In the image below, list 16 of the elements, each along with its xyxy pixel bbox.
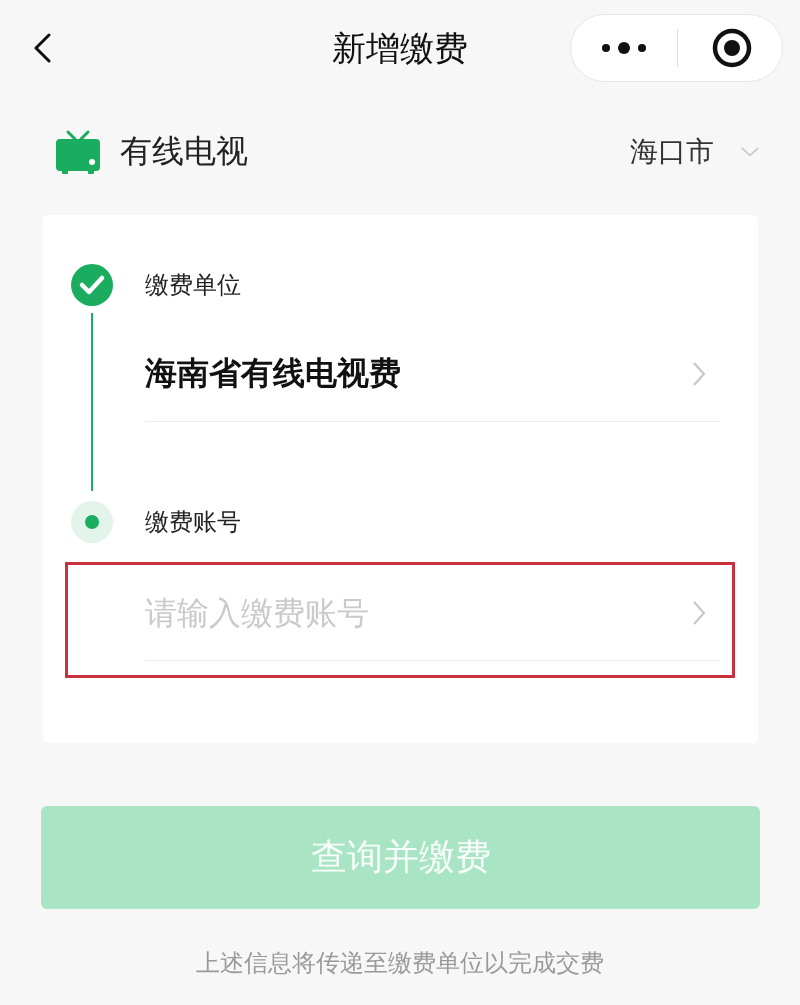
- chevron-right-icon: [692, 360, 706, 387]
- dot-icon: [71, 501, 113, 543]
- city-dropdown[interactable]: 海口市: [630, 133, 760, 171]
- service-name: 有线电视: [120, 131, 248, 172]
- target-icon[interactable]: [712, 28, 752, 68]
- check-circle-icon: [71, 264, 113, 306]
- chevron-right-icon: [692, 600, 706, 626]
- notice-text: 上述信息将传递至缴费单位以完成交费: [195, 948, 605, 979]
- page-title: 新增缴费: [332, 28, 468, 68]
- back-icon[interactable]: [33, 33, 51, 63]
- step-label: 缴费单位: [145, 270, 241, 301]
- more-icon[interactable]: [601, 41, 647, 55]
- chevron-down-icon: [740, 147, 760, 157]
- step-label: 缴费账号: [145, 507, 241, 538]
- payee-select[interactable]: 海南省有线电视费: [145, 326, 720, 422]
- tv-icon: [55, 129, 101, 175]
